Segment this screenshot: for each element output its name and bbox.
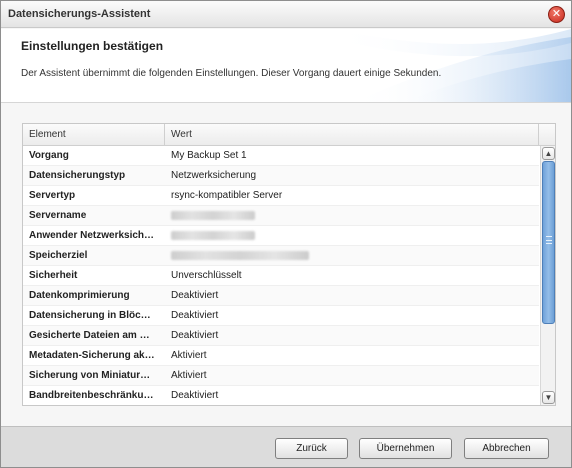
row-value: My Backup Set 1 bbox=[171, 150, 247, 161]
row-value: Deaktiviert bbox=[171, 290, 219, 301]
table-header: Element Wert bbox=[23, 124, 555, 146]
button-bar: Zurück Übernehmen Abbrechen bbox=[1, 426, 571, 467]
row-element: Metadaten-Sicherung ak… bbox=[29, 350, 155, 361]
row-value: Aktiviert bbox=[171, 370, 207, 381]
vertical-scrollbar[interactable]: ▲ ▼ bbox=[540, 146, 555, 405]
row-value: Deaktiviert bbox=[171, 330, 219, 341]
wizard-window: Datensicherungs-Assistent ✕ Einstellunge… bbox=[0, 0, 572, 468]
header-decoration bbox=[331, 29, 571, 102]
row-value: Aktiviert bbox=[171, 350, 207, 361]
table-row[interactable]: Servertyp rsync-kompatibler Server bbox=[23, 186, 539, 206]
table-row[interactable]: Datensicherungstyp Netzwerksicherung bbox=[23, 166, 539, 186]
scroll-thumb[interactable] bbox=[542, 161, 555, 324]
row-element: Servertyp bbox=[29, 190, 76, 201]
table-row[interactable]: Servername bbox=[23, 206, 539, 226]
table-row[interactable]: Sicherheit Unverschlüsselt bbox=[23, 266, 539, 286]
table-row[interactable]: Datensicherung in Blöc… Deaktiviert bbox=[23, 306, 539, 326]
apply-button[interactable]: Übernehmen bbox=[359, 438, 452, 459]
table-row[interactable]: Anwender Netzwerksich… bbox=[23, 226, 539, 246]
cancel-button[interactable]: Abbrechen bbox=[464, 438, 549, 459]
table-body: Vorgang My Backup Set 1 Datensicherungst… bbox=[23, 146, 539, 405]
table-row[interactable]: Gesicherte Dateien am … Deaktiviert bbox=[23, 326, 539, 346]
close-icon[interactable]: ✕ bbox=[548, 6, 565, 23]
row-value: Unverschlüsselt bbox=[171, 270, 242, 281]
column-header-spacer bbox=[539, 124, 555, 145]
table-row[interactable]: Sicherung von Miniatur… Aktiviert bbox=[23, 366, 539, 386]
row-element: Speicherziel bbox=[29, 250, 88, 261]
table-row[interactable]: Speicherziel bbox=[23, 246, 539, 266]
window-title: Datensicherungs-Assistent bbox=[8, 8, 151, 20]
redacted-value bbox=[171, 231, 255, 240]
page-title: Einstellungen bestätigen bbox=[21, 39, 164, 53]
table-row[interactable]: Metadaten-Sicherung ak… Aktiviert bbox=[23, 346, 539, 366]
row-element: Datenkomprimierung bbox=[29, 290, 130, 301]
redacted-value bbox=[171, 251, 309, 260]
row-value: Deaktiviert bbox=[171, 310, 219, 321]
row-element: Datensicherung in Blöc… bbox=[29, 310, 151, 321]
title-bar[interactable]: Datensicherungs-Assistent ✕ bbox=[1, 1, 571, 28]
scroll-down-icon[interactable]: ▼ bbox=[542, 391, 555, 404]
column-header-value[interactable]: Wert bbox=[165, 124, 539, 145]
table-row[interactable]: Vorgang My Backup Set 1 bbox=[23, 146, 539, 166]
row-value: rsync-kompatibler Server bbox=[171, 190, 283, 201]
row-element: Datensicherungstyp bbox=[29, 170, 126, 181]
table-row[interactable]: Datenkomprimierung Deaktiviert bbox=[23, 286, 539, 306]
row-element: Servername bbox=[29, 210, 87, 221]
back-button[interactable]: Zurück bbox=[275, 438, 348, 459]
scroll-grip-icon bbox=[546, 236, 552, 244]
row-element: Bandbreitenbeschränku… bbox=[29, 390, 154, 401]
scroll-up-icon[interactable]: ▲ bbox=[542, 147, 555, 160]
settings-table: Element Wert Vorgang My Backup Set 1 Dat… bbox=[22, 123, 556, 406]
page-description: Der Assistent übernimmt die folgenden Ei… bbox=[21, 68, 442, 79]
redacted-value bbox=[171, 211, 255, 220]
row-element: Anwender Netzwerksich… bbox=[29, 230, 155, 241]
wizard-header: Einstellungen bestätigen Der Assistent ü… bbox=[1, 29, 571, 103]
column-header-element[interactable]: Element bbox=[23, 124, 165, 145]
row-value: Deaktiviert bbox=[171, 390, 219, 401]
row-value: Netzwerksicherung bbox=[171, 170, 257, 181]
row-element: Gesicherte Dateien am … bbox=[29, 330, 150, 341]
row-element: Vorgang bbox=[29, 150, 69, 161]
row-element: Sicherheit bbox=[29, 270, 78, 281]
row-element: Sicherung von Miniatur… bbox=[29, 370, 151, 381]
table-row[interactable]: Bandbreitenbeschränku… Deaktiviert bbox=[23, 386, 539, 405]
